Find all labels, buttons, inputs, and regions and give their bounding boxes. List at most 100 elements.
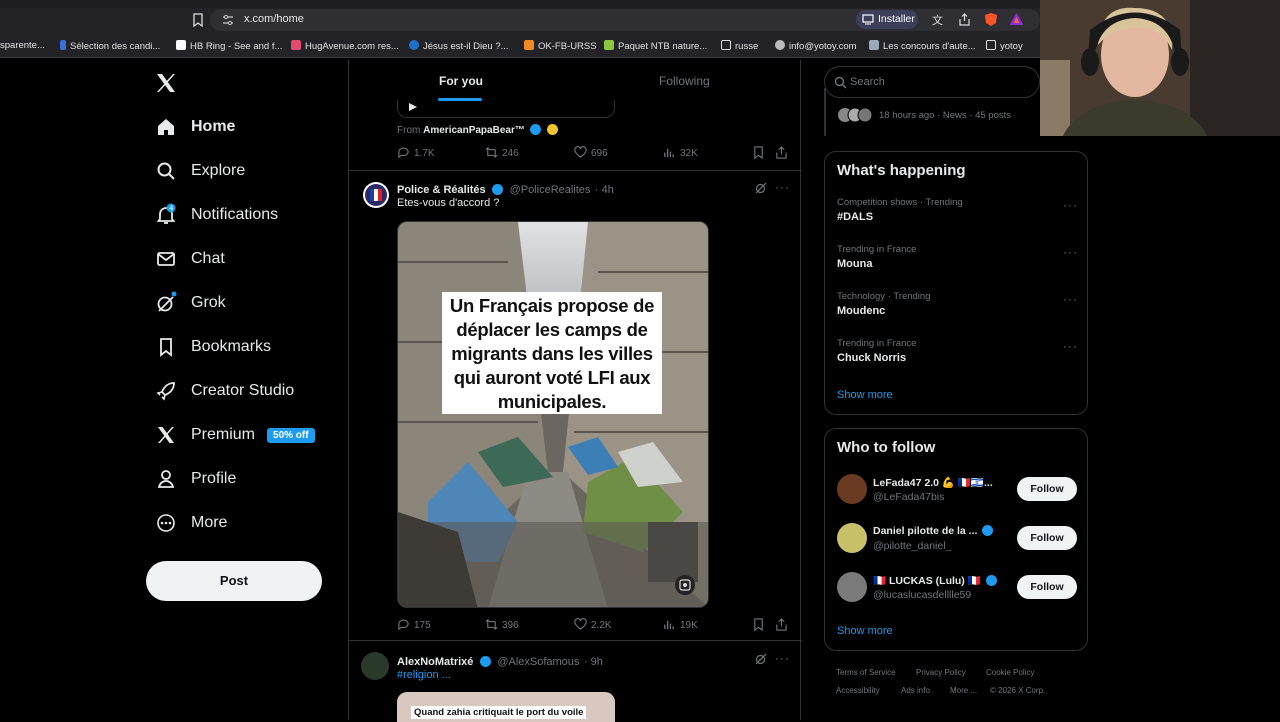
avatar-stack-icon <box>838 107 873 123</box>
like-button[interactable]: 2.2K <box>574 618 612 631</box>
grok-icon[interactable] <box>755 182 767 194</box>
footer-link[interactable]: Terms of Service <box>836 668 896 677</box>
author-name[interactable]: Police & Réalités <box>397 184 486 196</box>
reply-icon <box>398 147 409 159</box>
footer-link[interactable]: More ... <box>950 686 977 695</box>
avatar[interactable] <box>361 652 389 680</box>
nav-creator-studio[interactable]: Creator Studio <box>156 376 294 406</box>
retweet-button[interactable]: 246 <box>485 146 519 159</box>
nav-bookmarks[interactable]: Bookmarks <box>156 332 271 362</box>
install-app-button[interactable]: Installer <box>856 10 918 29</box>
bookmark-item[interactable]: sparente... <box>0 40 45 51</box>
follow-suggestion-name[interactable]: LeFada47 2.0 💪 🇫🇷🇮🇱... <box>873 476 993 489</box>
avatar[interactable] <box>837 572 867 602</box>
trend-name[interactable]: #DALS <box>837 211 873 223</box>
bookmark-folder[interactable]: russe <box>721 40 758 52</box>
url-text[interactable]: x.com/home <box>244 13 304 25</box>
views-button[interactable]: 19K <box>663 618 698 631</box>
tab-for-you[interactable]: For you <box>439 74 483 88</box>
bookmark-item[interactable]: OK-FB-URSS <box>524 40 597 52</box>
nav-more[interactable]: More <box>156 508 227 538</box>
bookmark-item[interactable]: HB Ring - See and f... <box>176 40 282 52</box>
bookmark-folder[interactable]: yotoy <box>986 40 1023 52</box>
reply-button[interactable]: 1.7K <box>397 146 435 159</box>
follow-suggestion-handle[interactable]: @lucaslucasdelllle59 <box>873 589 971 601</box>
share-tweet-button[interactable] <box>775 146 792 159</box>
nav-home[interactable]: Home <box>156 112 235 142</box>
x-logo-icon[interactable] <box>156 73 176 93</box>
follow-suggestion-handle[interactable]: @pilotte_daniel_ <box>873 540 951 552</box>
bookmark-item[interactable]: Les concours d'aute... <box>869 40 976 52</box>
follow-button[interactable]: Follow <box>1017 526 1077 550</box>
nav-premium[interactable]: Premium 50% off <box>156 420 315 450</box>
footer-link[interactable]: Ads info <box>901 686 930 695</box>
nav-notifications[interactable]: 4 Notifications <box>156 200 278 230</box>
brave-shield-icon[interactable] <box>984 12 998 27</box>
nav-chat[interactable]: Chat <box>156 244 225 274</box>
tweet-time[interactable]: · 9h <box>584 656 603 668</box>
footer-link[interactable]: Cookie Policy <box>986 668 1034 677</box>
nav-profile[interactable]: Profile <box>156 464 236 494</box>
quoted-author-name[interactable]: AmericanPapaBear™ <box>423 125 525 136</box>
avatar[interactable] <box>837 474 867 504</box>
trend-name[interactable]: Mouna <box>837 258 872 270</box>
bookmark-item[interactable]: Sélection des candi... <box>60 40 160 52</box>
avatar[interactable] <box>363 182 389 208</box>
trend-name[interactable]: Moudenc <box>837 305 885 317</box>
tweet-time[interactable]: · 4h <box>595 184 614 196</box>
post-button[interactable]: Post <box>146 561 322 601</box>
verified-badge-icon <box>492 184 504 195</box>
tweet-more-icon[interactable]: ··· <box>775 651 790 665</box>
grok-icon[interactable] <box>755 653 767 665</box>
views-button[interactable]: 32K <box>663 146 698 159</box>
tweet-more-icon[interactable]: ··· <box>775 180 790 194</box>
trend-more-icon[interactable]: ··· <box>1063 198 1078 212</box>
nav-chat-label: Chat <box>191 250 225 267</box>
nav-explore[interactable]: Explore <box>156 156 245 186</box>
author-name[interactable]: AlexNoMatrixé <box>397 656 473 668</box>
nav-grok[interactable]: Grok <box>156 288 226 318</box>
follow-button[interactable]: Follow <box>1017 575 1077 599</box>
bookmark-item[interactable]: info@yotoy.com <box>775 40 857 52</box>
author-handle[interactable]: @AlexSofamous <box>497 656 579 668</box>
tab-following[interactable]: Following <box>659 74 710 88</box>
trend-name[interactable]: Chuck Norris <box>837 352 906 364</box>
bookmark-item[interactable]: Jésus est-il Dieu ?... <box>409 40 509 52</box>
share-tweet-button[interactable] <box>775 618 792 631</box>
site-info-icon[interactable] <box>222 14 234 26</box>
retweet-button[interactable]: 396 <box>485 618 519 631</box>
trend-more-icon[interactable]: ··· <box>1063 245 1078 259</box>
footer-link[interactable]: Accessibility <box>836 686 880 695</box>
trend-more-icon[interactable]: ··· <box>1063 292 1078 306</box>
share-icon[interactable] <box>958 13 971 26</box>
author-handle[interactable]: @PoliceRealites <box>510 184 591 196</box>
tweet-image[interactable]: Un Français propose de déplacer les camp… <box>397 221 709 608</box>
reply-button[interactable]: 175 <box>397 618 431 631</box>
avatar[interactable] <box>837 523 867 553</box>
verified-badge-icon <box>982 525 994 536</box>
embedded-media-card[interactable] <box>397 100 615 118</box>
bookmark-item[interactable]: HugAvenue.com res... <box>291 40 399 52</box>
translate-icon[interactable]: 文 <box>932 13 945 26</box>
brave-rewards-icon[interactable] <box>1009 12 1024 26</box>
search-input[interactable]: Search <box>824 66 1040 98</box>
tweet-video-thumbnail[interactable]: Quand zahia critiquait le port du voile <box>397 692 615 722</box>
follow-suggestion-name[interactable]: Daniel pilotte de la ... <box>873 525 995 537</box>
bookmark-item[interactable]: Paquet NTB nature... <box>604 40 707 52</box>
footer-link[interactable]: Privacy Policy <box>916 668 966 677</box>
trend-more-icon[interactable]: ··· <box>1063 339 1078 353</box>
follow-suggestion-name[interactable]: 🇫🇷 LUCKAS (Lulu) 🇫🇷 <box>873 574 999 587</box>
news-card[interactable]: 18 hours ago · News · 45 posts <box>824 88 1011 136</box>
grok-image-icon[interactable] <box>674 574 696 596</box>
show-more-follow-link[interactable]: Show more <box>837 625 893 637</box>
show-more-trends-link[interactable]: Show more <box>837 389 893 401</box>
like-button[interactable]: 696 <box>574 146 608 159</box>
follow-button[interactable]: Follow <box>1017 477 1077 501</box>
tweet-text[interactable]: #religion ... <box>397 669 451 681</box>
nav-profile-label: Profile <box>191 470 237 487</box>
bookmark-tweet-button[interactable] <box>752 146 769 160</box>
bookmark-page-icon[interactable] <box>192 13 204 27</box>
follow-suggestion-handle[interactable]: @LeFada47bis <box>873 491 944 503</box>
heart-icon <box>574 146 587 158</box>
bookmark-tweet-button[interactable] <box>752 618 769 632</box>
